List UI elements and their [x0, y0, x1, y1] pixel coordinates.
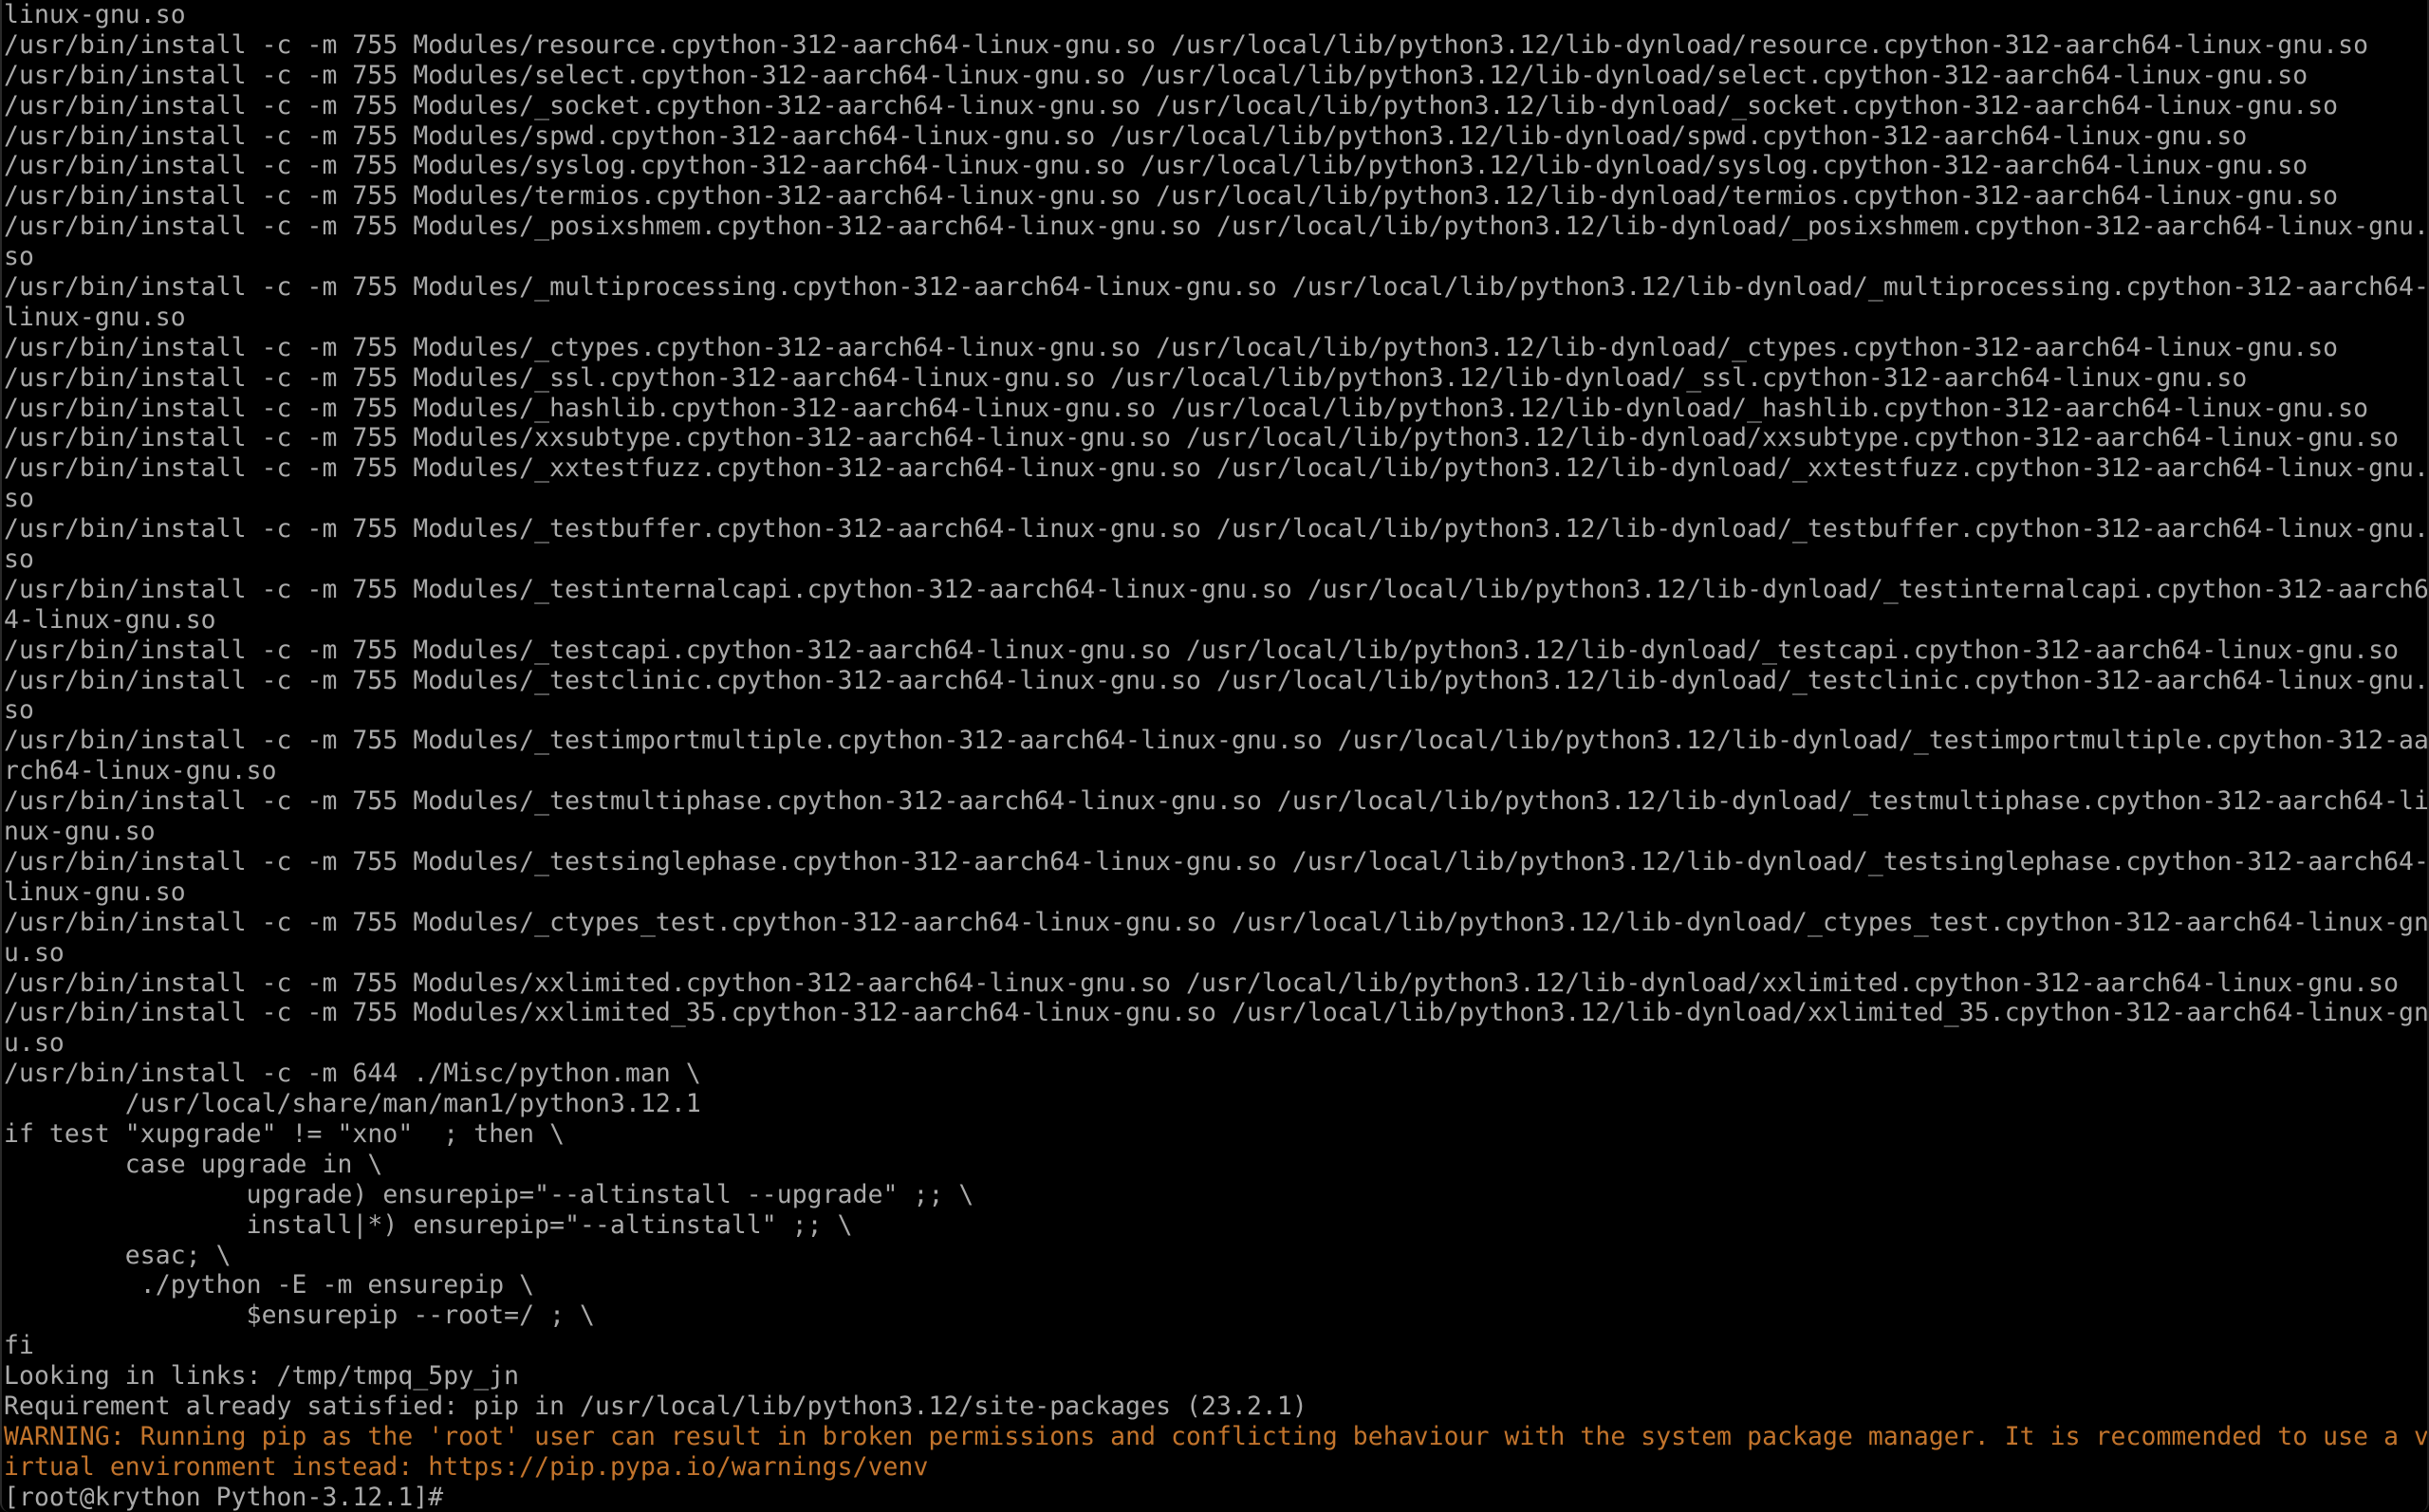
terminal-output-line: case upgrade in \ [4, 1149, 383, 1179]
terminal-output-line: /usr/bin/install -c -m 755 Modules/_test… [4, 726, 2429, 756]
terminal-output-line: /usr/bin/install -c -m 755 Modules/_test… [4, 635, 2400, 665]
terminal-output-line: $ensurepip --root=/ ; \ [4, 1300, 596, 1331]
terminal-output-line: /usr/bin/install -c -m 755 Modules/xxsub… [4, 423, 2400, 453]
terminal-output-line: install|*) ensurepip="--altinstall" ;; \ [4, 1209, 853, 1240]
terminal-warning-line: irtual environment instead: https://pip.… [4, 1451, 929, 1482]
terminal-output-line: /usr/bin/install -c -m 755 Modules/_xxte… [4, 453, 2429, 484]
terminal-output-line: Requirement already satisfied: pip in /u… [4, 1391, 1307, 1421]
terminal-window[interactable]: linux-gnu.so/usr/bin/install -c -m 755 M… [0, 0, 2429, 1512]
terminal-output-line: /usr/bin/install -c -m 755 Modules/_test… [4, 514, 2429, 544]
terminal-output-line: esac; \ [4, 1240, 232, 1270]
terminal-output-line: /usr/local/share/man/man1/python3.12.1 [4, 1089, 701, 1119]
terminal-output-line: fi [4, 1331, 34, 1361]
terminal-output-line: so [4, 544, 34, 575]
terminal-output-line: /usr/bin/install -c -m 755 Modules/_test… [4, 574, 2429, 604]
terminal-output-line: ./python -E -m ensurepip \ [4, 1270, 535, 1300]
terminal-output-line: linux-gnu.so [4, 0, 186, 29]
terminal-output-line: so [4, 695, 34, 726]
terminal-output-line: /usr/bin/install -c -m 755 Modules/_hash… [4, 393, 2369, 423]
terminal-output-line: /usr/bin/install -c -m 755 Modules/xxlim… [4, 968, 2400, 998]
terminal-output-line: /usr/bin/install -c -m 755 Modules/termi… [4, 181, 2339, 212]
terminal-output-line: nux-gnu.so [4, 817, 156, 847]
terminal-output-line: /usr/bin/install -c -m 755 Modules/_mult… [4, 272, 2429, 303]
shell-prompt-line[interactable]: [root@krython Python-3.12.1]# [4, 1483, 2425, 1512]
terminal-output-line: linux-gnu.so [4, 302, 186, 332]
terminal-output-line: /usr/bin/install -c -m 755 Modules/_ssl.… [4, 362, 2248, 393]
terminal-output-line: linux-gnu.so [4, 876, 186, 907]
terminal-output-line: /usr/bin/install -c -m 755 Modules/syslo… [4, 151, 2308, 181]
terminal-output-line: /usr/bin/install -c -m 644 ./Misc/python… [4, 1059, 701, 1089]
terminal-output-line: /usr/bin/install -c -m 755 Modules/spwd.… [4, 120, 2248, 151]
terminal-output-line: so [4, 242, 34, 272]
terminal-output-line: /usr/bin/install -c -m 755 Modules/_test… [4, 846, 2429, 876]
terminal-output-line: /usr/bin/install -c -m 755 Modules/selec… [4, 60, 2308, 90]
terminal-output-line: /usr/bin/install -c -m 755 Modules/_ctyp… [4, 332, 2339, 362]
terminal-output-line: if test "xupgrade" != "xno" ; then \ [4, 1118, 566, 1149]
terminal-output-line: rch64-linux-gnu.so [4, 756, 277, 786]
shell-prompt: [root@krython Python-3.12.1]# [4, 1482, 444, 1512]
terminal-output-line: upgrade) ensurepip="--altinstall --upgra… [4, 1179, 974, 1209]
terminal-output-line: /usr/bin/install -c -m 755 Modules/resou… [4, 29, 2369, 60]
terminal-warning-line: WARNING: Running pip as the 'root' user … [4, 1421, 2429, 1451]
terminal-output-line: /usr/bin/install -c -m 755 Modules/_test… [4, 665, 2429, 695]
terminal-output-line: u.so [4, 1028, 65, 1059]
terminal-output-line: /usr/bin/install -c -m 755 Modules/_posi… [4, 212, 2429, 242]
terminal-output-line: /usr/bin/install -c -m 755 Modules/_ctyp… [4, 907, 2429, 937]
terminal-output-line: 4-linux-gnu.so [4, 604, 216, 635]
terminal-output-line: /usr/bin/install -c -m 755 Modules/xxlim… [4, 998, 2429, 1028]
terminal-output-line: so [4, 484, 34, 514]
terminal-output-line: u.so [4, 937, 65, 968]
terminal-output-line: /usr/bin/install -c -m 755 Modules/_sock… [4, 90, 2339, 120]
terminal-output: linux-gnu.so/usr/bin/install -c -m 755 M… [4, 0, 2427, 1483]
terminal-output-line: Looking in links: /tmp/tmpq_5py_jn [4, 1361, 520, 1392]
terminal-output-line: /usr/bin/install -c -m 755 Modules/_test… [4, 786, 2429, 817]
